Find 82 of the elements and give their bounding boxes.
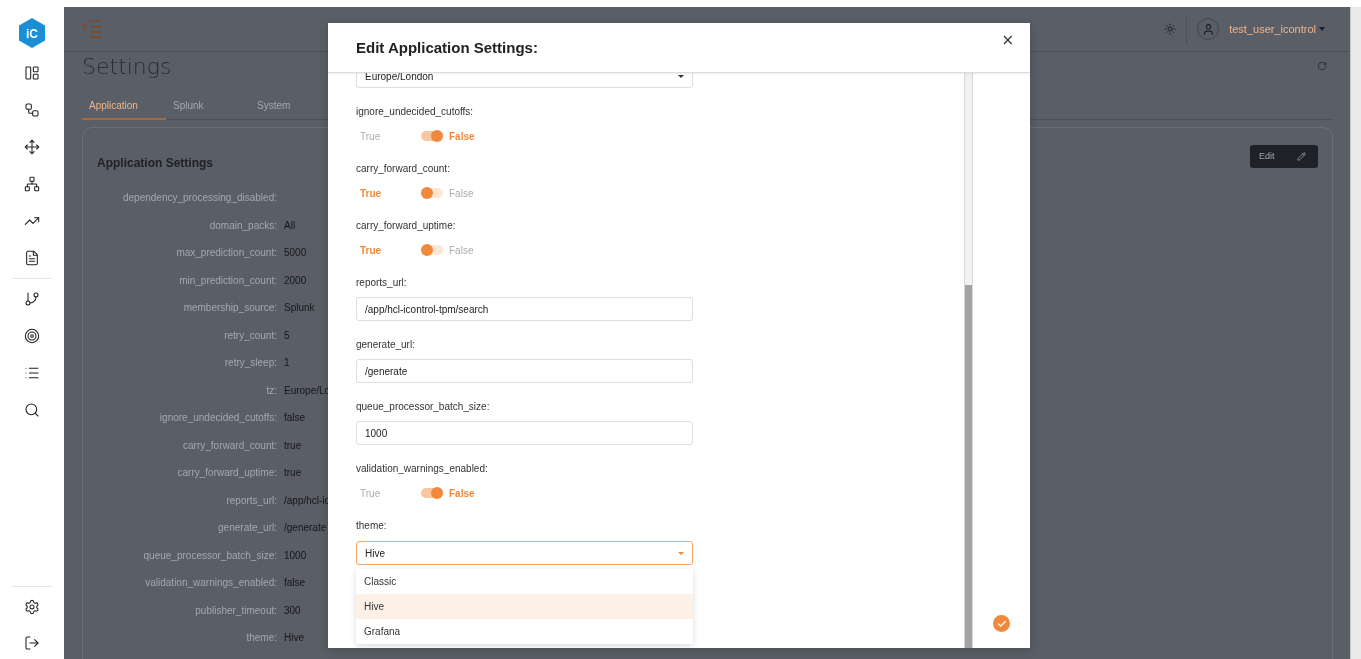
setting-key: membership_source:	[183, 294, 277, 322]
network-icon[interactable]	[24, 176, 40, 192]
true-label: True	[360, 130, 382, 142]
setting-key: carry_forward_count:	[183, 431, 277, 459]
setting-value: 1000	[284, 548, 307, 563]
setting-value: true	[284, 466, 302, 480]
field-label: reports_url:	[356, 276, 408, 290]
setting-key: validation_warnings_enabled:	[145, 569, 277, 597]
tab[interactable]: Application	[82, 92, 166, 120]
logout-icon[interactable]	[24, 635, 40, 651]
select-field[interactable]: Europe/London	[356, 73, 693, 88]
setting-key: ignore_undecided_cutoffs:	[159, 404, 277, 432]
toggle-switch[interactable]	[421, 188, 443, 198]
setting-key: queue_processor_batch_size:	[143, 541, 277, 569]
setting-key: reports_url:	[226, 486, 277, 514]
setting-value: 1	[284, 356, 290, 370]
setting-key: generate_url:	[218, 514, 277, 542]
true-label: True	[360, 487, 382, 499]
page-scrollbar[interactable]	[1350, 7, 1361, 659]
input-field[interactable]: /generate	[356, 359, 693, 383]
pencil-icon	[1297, 151, 1306, 161]
document-icon[interactable]	[24, 250, 40, 266]
setting-value: 2000	[284, 273, 307, 288]
setting-value: false	[284, 576, 306, 590]
select-field[interactable]: Hive	[356, 541, 693, 565]
setting-key: theme:	[246, 624, 277, 652]
input-field[interactable]: 1000	[356, 421, 693, 445]
setting-key: carry_forward_uptime:	[177, 459, 277, 487]
true-label: True	[360, 244, 383, 256]
setting-value: true	[284, 438, 302, 453]
menu-option[interactable]: Grafana	[356, 619, 693, 644]
setting-value: false	[284, 411, 306, 425]
setting-value: 300	[284, 603, 301, 618]
setting-value: /app/hcl-ic	[284, 493, 330, 508]
field-label: queue_processor_batch_size:	[356, 400, 491, 414]
field-label: validation_warnings_enabled:	[356, 462, 489, 476]
setting-key: max_prediction_count:	[176, 239, 277, 267]
false-label: False	[449, 130, 475, 142]
setting-value: All	[284, 218, 296, 233]
menu-option[interactable]: Classic	[356, 569, 693, 594]
workflow-icon[interactable]	[24, 102, 40, 118]
setting-key: domain_packs:	[209, 211, 277, 239]
setting-key: retry_sleep:	[224, 349, 277, 377]
user-menu[interactable]: test_user_icontrol	[1229, 23, 1325, 35]
modal-title: Edit Application Settings:	[356, 39, 538, 56]
field-label: carry_forward_uptime:	[356, 219, 457, 233]
field-label: ignore_undecided_cutoffs:	[356, 105, 475, 119]
target-icon[interactable]	[24, 328, 40, 344]
setting-key: publisher_timeout:	[195, 596, 277, 624]
move-arrows-icon[interactable]	[24, 139, 40, 155]
toggle-switch[interactable]	[421, 245, 443, 255]
setting-key: tz:	[266, 376, 277, 404]
edit-button[interactable]: Edit	[1250, 144, 1318, 168]
branch-icon[interactable]	[24, 291, 40, 307]
check-icon[interactable]	[993, 615, 1010, 632]
setting-key: min_prediction_count:	[179, 266, 277, 294]
panels-icon[interactable]	[24, 65, 40, 81]
setting-value: Splunk	[284, 301, 315, 315]
menu-option[interactable]: Hive	[356, 594, 693, 619]
field-label: generate_url:	[356, 338, 416, 352]
false-label: False	[449, 487, 475, 499]
card-title: Application Settings	[97, 156, 213, 170]
setting-value: /generate	[284, 521, 327, 535]
settings-icon[interactable]	[24, 599, 40, 615]
toggle-switch[interactable]	[421, 131, 443, 141]
field-label: theme:	[356, 519, 388, 533]
true-label: True	[360, 187, 383, 199]
field-label: carry_forward_count:	[356, 162, 451, 176]
setting-key: retry_count:	[224, 321, 277, 349]
setting-value: Hive	[284, 631, 304, 645]
false-label: False	[449, 244, 474, 256]
search-icon[interactable]	[24, 402, 40, 418]
list-icon[interactable]	[24, 365, 40, 381]
close-button[interactable]: ×	[997, 31, 1018, 49]
modal-scrollbar[interactable]	[964, 73, 973, 648]
false-label: False	[449, 187, 474, 199]
toggle-switch[interactable]	[421, 488, 443, 498]
setting-key: dependency_processing_disabled:	[123, 184, 277, 212]
input-field[interactable]: /app/hcl-icontrol-tpm/search	[356, 297, 693, 321]
logo[interactable]: iC	[17, 17, 47, 49]
setting-value: 5	[284, 328, 290, 343]
setting-value: 5000	[284, 246, 307, 260]
